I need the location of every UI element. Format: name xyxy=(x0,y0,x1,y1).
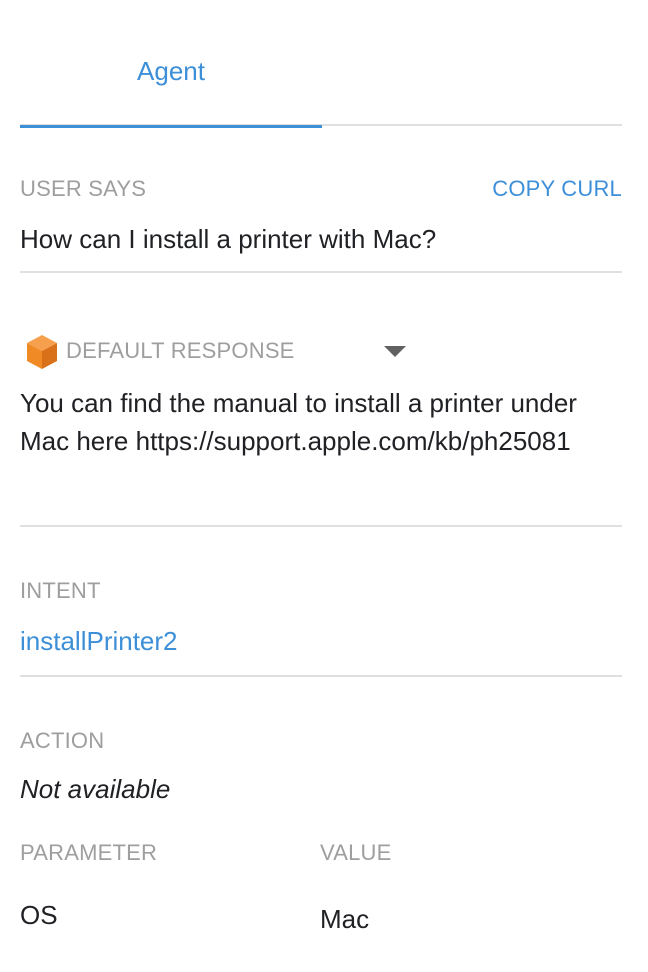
response-line-1: You can find the manual to install a pri… xyxy=(20,388,577,418)
divider xyxy=(20,675,622,677)
cube-icon xyxy=(27,335,57,369)
tab-agent-label: Agent xyxy=(137,56,205,86)
default-response-label: DEFAULT RESPONSE xyxy=(66,338,295,363)
value-column-header: VALUE xyxy=(320,840,392,865)
divider xyxy=(20,271,622,273)
tab-bar: Agent xyxy=(20,0,622,128)
user-query-text: How can I install a printer with Mac? xyxy=(20,224,437,254)
parameter-name: OS xyxy=(20,900,58,930)
tab-active-indicator xyxy=(20,125,322,128)
action-label: ACTION xyxy=(20,728,105,753)
chevron-down-icon xyxy=(384,346,406,357)
divider xyxy=(20,525,622,527)
intent-label: INTENT xyxy=(20,578,101,603)
parameter-column-header: PARAMETER xyxy=(20,840,158,865)
tab-agent[interactable]: Agent xyxy=(20,0,322,128)
copy-curl-button[interactable]: COPY CURL xyxy=(492,176,622,202)
action-value: Not available xyxy=(20,774,171,804)
intent-link[interactable]: installPrinter2 xyxy=(20,622,178,660)
user-says-label: USER SAYS xyxy=(20,176,147,201)
response-line-2: Mac here https://support.apple.com/kb/ph… xyxy=(20,426,571,456)
parameter-value: Mac xyxy=(320,904,370,934)
